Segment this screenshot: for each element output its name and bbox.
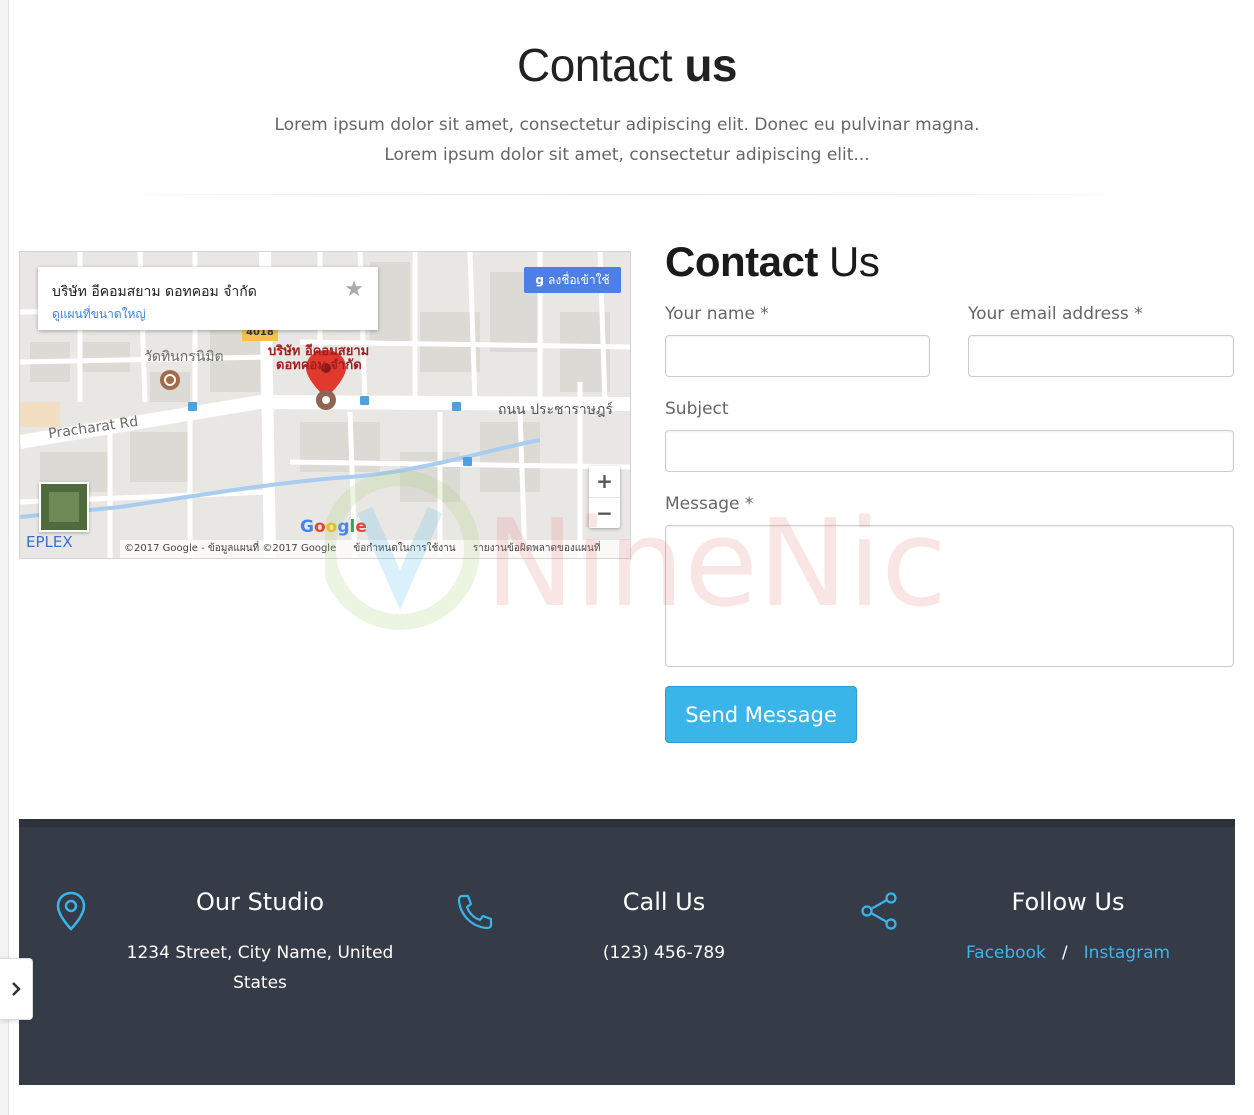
google-g-icon: g (535, 273, 544, 287)
intro-text: Lorem ipsum dolor sit amet, consectetur … (0, 110, 1254, 170)
map-marker-label-1: บริษัท อีคอมสยาม (268, 344, 370, 359)
message-label: Message * (665, 494, 754, 514)
map-place-name: บริษัท อีคอมสยาม ดอทคอม จำกัด (52, 284, 257, 300)
social-links: Facebook / Instagram (927, 938, 1209, 968)
sidebar-toggle-button[interactable] (0, 958, 33, 1020)
instagram-link[interactable]: Instagram (1084, 943, 1171, 963)
social-separator: / (1061, 943, 1068, 963)
google-logo: Google (300, 517, 367, 537)
contact-form-title-light: Us (829, 238, 880, 285)
map-report-link[interactable]: รายงานข้อผิดพลาดของแผนที่ (473, 543, 601, 554)
phone-icon (457, 894, 493, 929)
map-label-eplex: EPLEX (26, 533, 73, 551)
studio-title: Our Studio (195, 888, 325, 916)
zoom-control: + − (589, 466, 620, 528)
map-footer: ©2017 Google - ข้อมูลแผนที่ ©2017 Google… (120, 540, 630, 558)
contact-info-footer: Our Studio 1234 Street, City Name, Unite… (19, 819, 1235, 1085)
name-label: Your name * (665, 304, 769, 324)
map-copyright: ©2017 Google - ข้อมูลแผนที่ ©2017 Google (124, 543, 337, 554)
name-field[interactable] (665, 335, 930, 377)
google-map[interactable]: วัดทินกรนิมิต Pracharat Rd ถนน ประชาราษฎ… (19, 251, 631, 559)
section-divider (60, 194, 1190, 195)
intro-line-2: Lorem ipsum dolor sit amet, consectetur … (384, 145, 870, 165)
map-signin-button[interactable]: g ลงชื่อเข้าใช้ (524, 267, 621, 293)
studio-address: 1234 Street, City Name, United States (126, 943, 394, 993)
footer-topline (19, 819, 1235, 827)
view-larger-map-link[interactable]: ดูแผนที่ขนาดใหญ่ (52, 305, 146, 324)
intro-line-1: Lorem ipsum dolor sit amet, consectetur … (274, 115, 980, 135)
follow-title: Follow Us (1011, 888, 1125, 916)
subject-label: Subject (665, 399, 729, 419)
email-label: Your email address * (968, 304, 1143, 324)
page-title-light: Contact (517, 39, 673, 91)
message-field[interactable] (665, 525, 1234, 667)
map-pin-icon (56, 891, 86, 931)
map-terms-link[interactable]: ข้อกำหนดในการใช้งาน (353, 543, 455, 554)
zoom-out-button[interactable]: − (589, 498, 620, 529)
send-message-button[interactable]: Send Message (665, 686, 857, 743)
chevron-right-icon (12, 982, 21, 996)
share-icon (861, 892, 897, 930)
email-field[interactable] (968, 335, 1234, 377)
page-title: Contact us (0, 38, 1254, 92)
map-signin-label: ลงชื่อเข้าใช้ (547, 273, 610, 287)
map-label-temple: วัดทินกรนิมิต (144, 349, 224, 365)
zoom-in-button[interactable]: + (589, 466, 620, 498)
facebook-link[interactable]: Facebook (966, 943, 1046, 963)
contact-form-title-bold: Contact (665, 238, 818, 285)
contact-form-title: Contact Us (665, 238, 880, 286)
call-title: Call Us (622, 888, 706, 916)
page-title-bold: us (684, 39, 737, 91)
phone-number[interactable]: (123) 456-789 (523, 938, 805, 968)
star-icon[interactable]: ★ (344, 277, 364, 302)
map-label-road-thai: ถนน ประชาราษฎร์ (498, 402, 613, 418)
satellite-thumbnail[interactable] (39, 482, 89, 532)
map-marker-label-2: ดอทคอม จำกัด (276, 358, 362, 373)
subject-field[interactable] (665, 430, 1234, 472)
map-info-card: บริษัท อีคอมสยาม ดอทคอม จำกัด ดูแผนที่ขน… (38, 267, 378, 330)
